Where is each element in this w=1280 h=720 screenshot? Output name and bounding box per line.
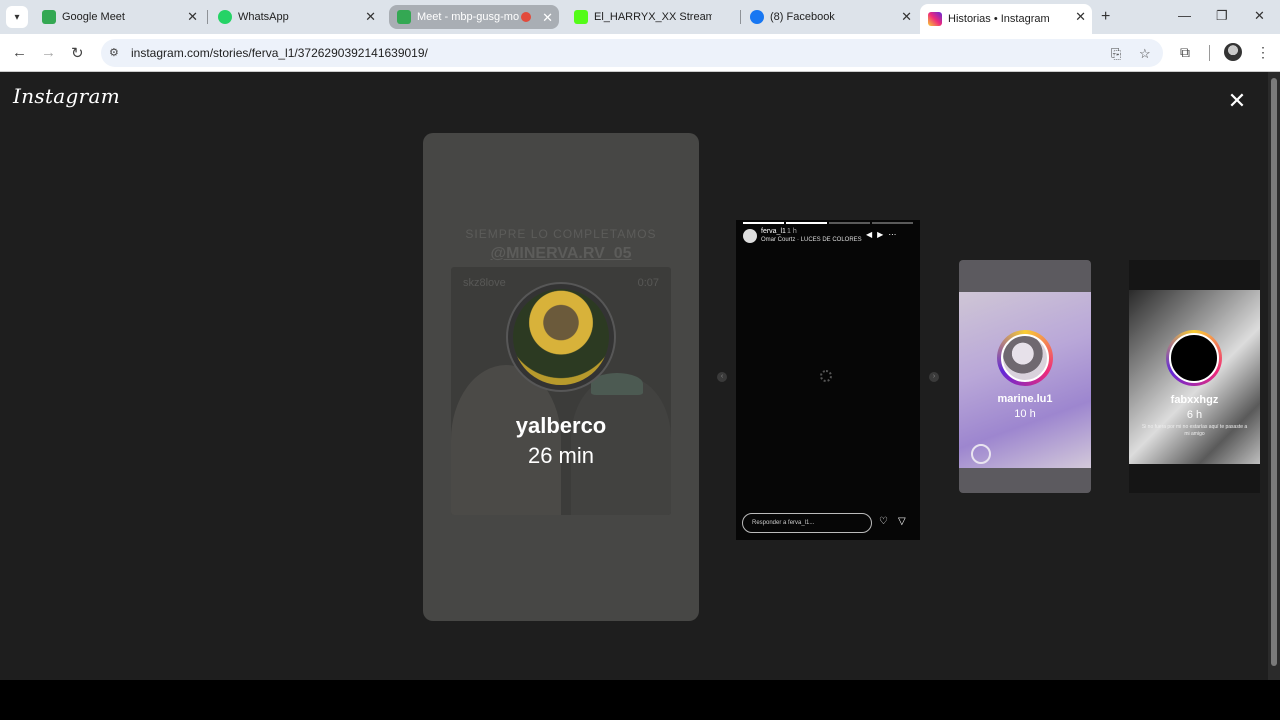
new-tab-button[interactable]: + bbox=[1101, 8, 1110, 26]
install-app-icon[interactable]: ⎘ bbox=[1111, 46, 1121, 62]
stories-viewer: Instagram ✕ SIEMPRE LO COMPLETAMOS @MINE… bbox=[0, 72, 1268, 680]
close-tab-icon[interactable]: ✕ bbox=[187, 9, 198, 25]
tab-title: Historias • Instagram bbox=[948, 13, 1050, 25]
story-preview-fabxxhgz[interactable]: fabxxhgz 6 h Si no fuera por mi no estar… bbox=[1129, 260, 1260, 493]
previous-story-icon[interactable]: ‹ bbox=[717, 372, 727, 382]
tab-title: (8) Facebook bbox=[770, 11, 835, 23]
sticker-icon bbox=[971, 444, 991, 464]
story-time: 10 h bbox=[1014, 408, 1036, 420]
story-controls: ◀▶⋯ bbox=[866, 230, 901, 239]
tab-meet-recording[interactable]: Meet - mbp-gusg-mo ✕ bbox=[389, 5, 559, 29]
back-icon[interactable]: ← bbox=[12, 44, 27, 61]
profile-avatar[interactable] bbox=[1224, 43, 1242, 61]
page-scrollbar[interactable] bbox=[1268, 72, 1280, 680]
browser-toolbar: ← → ↻ ⚙ instagram.com/stories/ferva_l1/3… bbox=[0, 34, 1280, 72]
recording-icon bbox=[521, 12, 531, 22]
forward-icon[interactable]: → bbox=[41, 44, 56, 61]
tab-kick-stream[interactable]: El_HARRYX_XX Stream - W bbox=[566, 4, 736, 30]
url-text[interactable]: instagram.com/stories/ferva_l1/372629039… bbox=[131, 46, 428, 60]
embedded-timer: 0:07 bbox=[637, 277, 659, 289]
story-progress-bars bbox=[743, 222, 913, 224]
story-author-avatar[interactable] bbox=[743, 229, 757, 243]
story-username: yalberco bbox=[515, 413, 607, 438]
story-author-username[interactable]: ferva_l1 bbox=[761, 228, 786, 235]
story-username: fabxxhgz bbox=[1170, 394, 1219, 406]
tab-google-meet[interactable]: Google Meet ✕ bbox=[34, 4, 204, 30]
window-close-icon[interactable]: ✕ bbox=[1254, 8, 1265, 24]
tab-facebook[interactable]: (8) Facebook ✕ bbox=[742, 4, 918, 30]
story-caption: Si no fuera por mi no estarías aquí te p… bbox=[1141, 424, 1248, 437]
story-music-label[interactable]: Omar Courtz · LUCES DE COLORES bbox=[761, 237, 862, 243]
story-time: 26 min bbox=[527, 443, 595, 468]
close-icon[interactable]: ✕ bbox=[1226, 90, 1248, 112]
address-bar[interactable]: ⚙ instagram.com/stories/ferva_l1/3726290… bbox=[101, 39, 1163, 67]
next-story-icon[interactable]: › bbox=[929, 372, 939, 382]
more-options-icon[interactable]: ⋯ bbox=[888, 230, 901, 239]
menu-kebab-icon[interactable]: ⋮ bbox=[1256, 44, 1270, 61]
tab-whatsapp[interactable]: WhatsApp ✕ bbox=[210, 4, 382, 30]
story-avatar bbox=[506, 282, 616, 392]
tab-title: Google Meet bbox=[62, 11, 125, 23]
story-overlay-text: SIEMPRE LO COMPLETAMOS bbox=[465, 227, 657, 241]
extensions-icon[interactable]: ⧉ bbox=[1180, 44, 1190, 61]
tab-search-button[interactable]: ▾ bbox=[6, 6, 28, 28]
kick-icon bbox=[574, 10, 588, 24]
bookmark-star-icon[interactable]: ☆ bbox=[1139, 46, 1151, 62]
google-meet-icon bbox=[397, 10, 411, 24]
story-preview-yalberco[interactable]: SIEMPRE LO COMPLETAMOS @MINERVA.RV_05 sk… bbox=[423, 133, 699, 621]
instagram-icon bbox=[928, 12, 942, 26]
close-tab-icon[interactable]: ✕ bbox=[542, 10, 553, 26]
reload-icon[interactable]: ↻ bbox=[71, 44, 84, 62]
reply-input[interactable]: Responder a ferva_l1... bbox=[742, 513, 872, 533]
whatsapp-icon bbox=[218, 10, 232, 24]
loading-spinner-icon bbox=[820, 370, 832, 382]
play-icon[interactable]: ▶ bbox=[877, 230, 888, 239]
facebook-icon bbox=[750, 10, 764, 24]
browser-tab-strip: ▾ Google Meet ✕ WhatsApp ✕ Meet - mbp-gu… bbox=[0, 0, 1280, 34]
story-username: marine.lu1 bbox=[997, 393, 1053, 405]
close-tab-icon[interactable]: ✕ bbox=[901, 9, 912, 25]
site-info-icon[interactable]: ⚙ bbox=[109, 46, 123, 60]
send-icon[interactable]: ▽ bbox=[898, 516, 906, 527]
story-overlay-mention: @MINERVA.RV_05 bbox=[490, 245, 632, 262]
mute-icon[interactable]: ◀ bbox=[866, 230, 877, 239]
active-story[interactable]: ferva_l1 1 h Omar Courtz · LUCES DE COLO… bbox=[736, 220, 920, 540]
close-tab-icon[interactable]: ✕ bbox=[365, 9, 376, 25]
story-author-time: 1 h bbox=[787, 228, 797, 235]
tab-title: El_HARRYX_XX Stream - W bbox=[594, 11, 712, 23]
story-avatar bbox=[997, 330, 1053, 386]
story-avatar bbox=[1166, 330, 1222, 386]
story-preview-marine-lu1[interactable]: marine.lu1 10 h bbox=[959, 260, 1091, 493]
maximize-icon[interactable]: ❐ bbox=[1216, 8, 1228, 24]
tab-instagram[interactable]: Historias • Instagram ✕ bbox=[920, 4, 1092, 34]
bottom-black-bar bbox=[0, 680, 1280, 720]
tab-title: Meet - mbp-gusg-mo bbox=[417, 11, 520, 23]
close-tab-icon[interactable]: ✕ bbox=[1075, 9, 1086, 25]
like-heart-icon[interactable]: ♡ bbox=[879, 516, 888, 527]
embedded-username: skz8love bbox=[463, 277, 506, 289]
tab-title: WhatsApp bbox=[238, 11, 289, 23]
google-meet-icon bbox=[42, 10, 56, 24]
minimize-icon[interactable]: — bbox=[1178, 8, 1191, 23]
instagram-logo[interactable]: Instagram bbox=[13, 84, 120, 108]
story-time: 6 h bbox=[1186, 409, 1203, 421]
